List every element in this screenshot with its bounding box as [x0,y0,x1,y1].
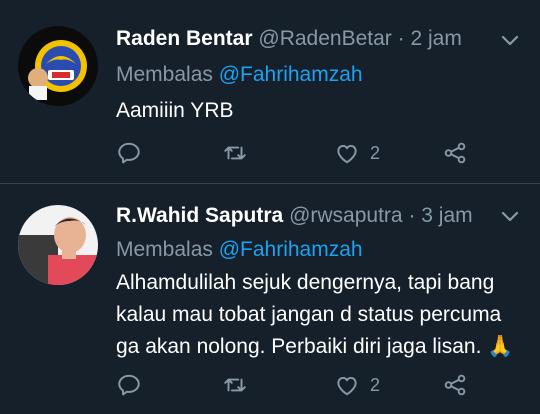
reply-icon [118,142,140,164]
tweet-actions: 2 [116,138,520,168]
share-icon [444,142,466,164]
separator-dot: · [408,204,416,227]
like-button[interactable]: 2 [334,138,380,168]
reply-button[interactable] [116,370,142,400]
replying-to: Membalas @Fahrihamzah [116,235,363,265]
avatar[interactable] [18,26,98,106]
tweet-text: Aamiiin YRB [116,99,234,122]
tweet[interactable]: Raden Bentar @RadenBetar · 2 jam Membala… [0,0,540,183]
user-handle[interactable]: @RadenBetar [258,27,391,50]
tweet-text: Alhamdulilah sejuk dengernya, tapi bang … [116,271,514,358]
display-name[interactable]: R.Wahid Saputra [116,204,283,227]
like-count: 2 [370,142,381,163]
mention-link[interactable]: @Fahrihamzah [219,238,363,261]
share-icon [444,374,466,396]
chevron-down-icon[interactable] [498,28,522,52]
like-count: 2 [370,374,381,395]
retweet-button[interactable] [222,138,248,168]
replying-to-label: Membalas [116,63,213,86]
tweet-actions: 2 [116,370,520,400]
reply-button[interactable] [116,138,142,168]
avatar[interactable] [18,205,98,285]
reply-icon [118,374,140,396]
retweet-icon [224,146,246,160]
like-icon [337,144,357,164]
display-name[interactable]: Raden Bentar [116,27,253,50]
tweet[interactable]: R.Wahid Saputra @rwsaputra · 3 jam Memba… [0,184,540,414]
separator-dot: · [397,27,405,50]
retweet-button[interactable] [222,370,248,400]
tweet-header: Raden Bentar @RadenBetar · 2 jam [116,24,500,54]
tweet-header: R.Wahid Saputra @rwsaputra · 3 jam [116,201,500,231]
like-button[interactable]: 2 [334,370,380,400]
chevron-down-icon[interactable] [498,204,522,228]
retweet-icon [224,378,246,392]
share-button[interactable] [442,138,468,168]
like-icon [337,376,357,396]
timestamp[interactable]: 2 jam [410,27,461,50]
mention-link[interactable]: @Fahrihamzah [219,63,363,86]
timestamp[interactable]: 3 jam [421,204,472,227]
replying-to-label: Membalas [116,238,213,261]
share-button[interactable] [442,370,468,400]
replying-to: Membalas @Fahrihamzah [116,60,363,90]
user-handle[interactable]: @rwsaputra [289,204,403,227]
